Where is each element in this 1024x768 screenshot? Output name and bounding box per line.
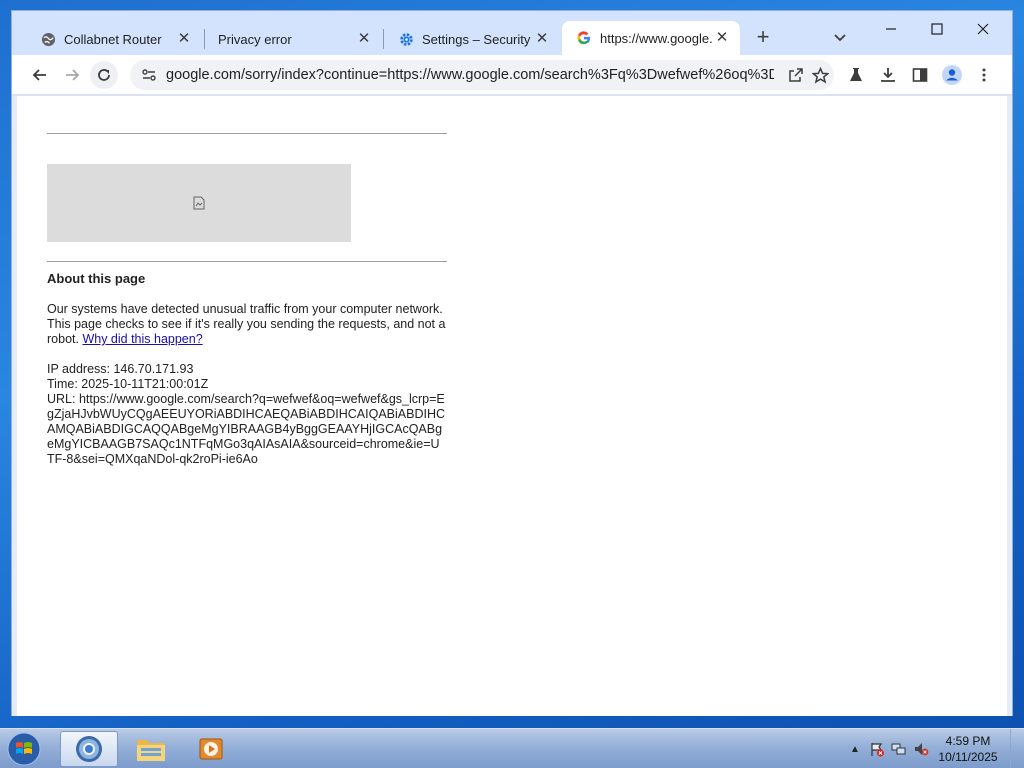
profile-button[interactable] bbox=[938, 61, 966, 89]
reload-button[interactable] bbox=[90, 61, 118, 89]
forward-button[interactable] bbox=[58, 61, 86, 89]
ip-address: IP address: 146.70.171.93 bbox=[47, 362, 194, 376]
about-heading: About this page bbox=[47, 271, 146, 286]
start-button[interactable] bbox=[4, 731, 44, 767]
broken-image-icon bbox=[193, 196, 205, 210]
close-window-button[interactable] bbox=[960, 15, 1006, 43]
taskbar-explorer[interactable] bbox=[122, 731, 180, 767]
reload-icon bbox=[98, 69, 110, 81]
browser-window: Collabnet Router ✕ Privacy error ✕ Setti… bbox=[11, 10, 1013, 716]
taskbar: ▲ 4:59 PM 10/11/2025 bbox=[0, 728, 1024, 768]
download-icon bbox=[881, 68, 895, 82]
request-url: URL: https://www.google.com/search?q=wef… bbox=[47, 392, 445, 466]
tab-strip: Collabnet Router ✕ Privacy error ✕ Setti… bbox=[12, 11, 1012, 55]
arrow-left-icon bbox=[32, 69, 46, 81]
google-icon bbox=[576, 30, 592, 46]
star-bookmark-icon[interactable] bbox=[810, 65, 830, 85]
tab-label: Collabnet Router bbox=[64, 31, 162, 47]
show-hidden-icons-icon[interactable]: ▲ bbox=[844, 738, 866, 760]
unusual-traffic-message: Our systems have detected unusual traffi… bbox=[47, 302, 447, 347]
kebab-menu-icon bbox=[982, 68, 986, 82]
clock-time: 4:59 PM bbox=[945, 734, 991, 748]
back-button[interactable] bbox=[26, 61, 54, 89]
flask-icon bbox=[850, 68, 862, 81]
browser-toolbar: google.com/sorry/index?continue=https://… bbox=[12, 55, 1012, 95]
new-tab-button[interactable]: + bbox=[750, 25, 776, 51]
maximize-button[interactable] bbox=[914, 15, 960, 43]
folder-icon bbox=[137, 740, 165, 761]
minimize-button[interactable] bbox=[868, 15, 914, 43]
side-panel-button[interactable] bbox=[906, 61, 934, 89]
chevron-down-icon[interactable] bbox=[830, 27, 850, 47]
globe-icon bbox=[40, 31, 56, 47]
tab-label: Settings – Security bbox=[422, 31, 531, 47]
page-content: About this page Our systems have detecte… bbox=[12, 96, 1012, 716]
close-tab-icon[interactable]: ✕ bbox=[714, 30, 730, 46]
timestamp: Time: 2025-10-11T21:00:01Z bbox=[47, 377, 209, 391]
chrome-icon bbox=[76, 736, 102, 762]
arrow-right-icon bbox=[66, 69, 80, 81]
volume-muted-icon[interactable] bbox=[910, 738, 932, 760]
site-info-icon[interactable] bbox=[138, 67, 160, 83]
close-tab-icon[interactable]: ✕ bbox=[534, 31, 550, 47]
windows-logo-icon bbox=[7, 732, 41, 766]
tab-label: Privacy error bbox=[218, 31, 292, 47]
google-sorry-page: About this page Our systems have detecte… bbox=[47, 96, 447, 467]
tab-privacy-error[interactable]: Privacy error ✕ bbox=[204, 23, 382, 55]
gear-icon bbox=[398, 31, 414, 47]
clock-date: 10/11/2025 bbox=[938, 750, 998, 764]
avatar-icon bbox=[942, 65, 962, 85]
close-tab-icon[interactable]: ✕ bbox=[176, 31, 192, 47]
labs-button[interactable] bbox=[842, 61, 870, 89]
show-desktop-button[interactable] bbox=[1010, 729, 1024, 768]
system-tray: ▲ 4:59 PM 10/11/2025 bbox=[844, 729, 1024, 768]
minimize-icon bbox=[886, 28, 896, 30]
action-center-flag-icon[interactable] bbox=[866, 738, 888, 760]
clock[interactable]: 4:59 PM 10/11/2025 bbox=[932, 733, 1004, 765]
tab-google-active[interactable]: https://www.google. ✕ bbox=[562, 21, 740, 55]
media-player-icon bbox=[199, 738, 223, 760]
maximize-icon bbox=[931, 23, 943, 35]
close-tab-icon[interactable]: ✕ bbox=[356, 31, 372, 47]
tab-collabnet-router[interactable]: Collabnet Router ✕ bbox=[26, 23, 202, 55]
tab-settings-security[interactable]: Settings – Security ✕ bbox=[384, 23, 560, 55]
url-text[interactable]: google.com/sorry/index?continue=https://… bbox=[166, 67, 774, 83]
captcha-placeholder[interactable] bbox=[47, 164, 351, 242]
menu-button[interactable] bbox=[970, 61, 998, 89]
share-icon[interactable] bbox=[786, 65, 806, 85]
network-icon[interactable] bbox=[888, 738, 910, 760]
download-button[interactable] bbox=[874, 61, 902, 89]
tab-label: https://www.google. bbox=[600, 30, 713, 46]
why-did-this-happen-link[interactable]: Why did this happen? bbox=[82, 332, 202, 346]
taskbar-media-player[interactable] bbox=[182, 731, 240, 767]
middle-divider bbox=[47, 261, 447, 262]
address-bar[interactable]: google.com/sorry/index?continue=https://… bbox=[130, 60, 834, 90]
top-divider bbox=[47, 133, 447, 134]
close-icon bbox=[977, 23, 989, 35]
side-panel-icon bbox=[912, 68, 928, 82]
taskbar-chrome[interactable] bbox=[60, 731, 118, 767]
